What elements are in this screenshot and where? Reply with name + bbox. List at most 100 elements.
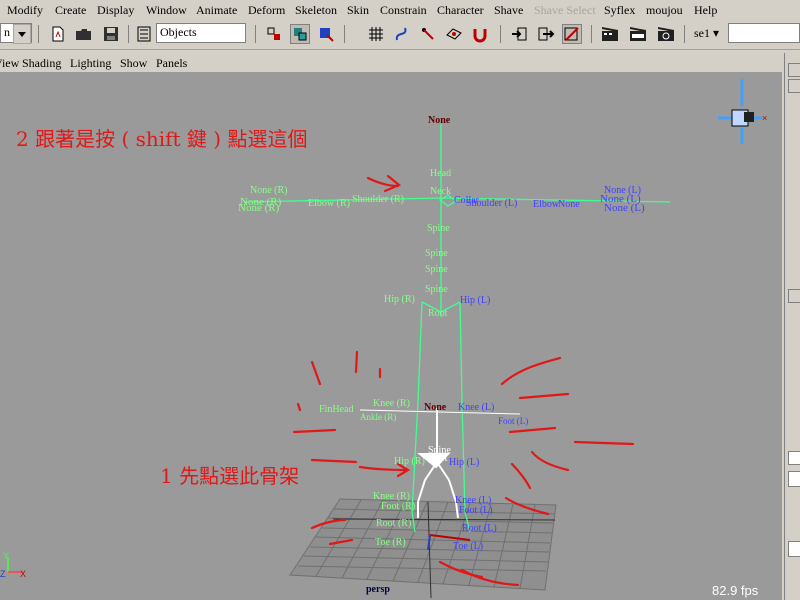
annotation-step-2: 2 跟著是按 ( shift 鍵 ) 點選這個 xyxy=(16,127,307,151)
new-scene-icon[interactable] xyxy=(48,24,68,44)
panel-field[interactable] xyxy=(788,471,800,487)
menu-display[interactable]: Display xyxy=(97,3,134,18)
snap-curve-icon[interactable] xyxy=(392,24,412,44)
joint-label: Root xyxy=(428,453,448,464)
joint-label: Toe (R) xyxy=(375,537,406,548)
numeric-input-field[interactable] xyxy=(728,23,800,43)
toolbar-separator xyxy=(344,25,345,43)
svg-text:×: × xyxy=(762,113,767,123)
menu-shave-select: Shave Select xyxy=(534,3,596,17)
joint-label: None (R) xyxy=(238,202,280,214)
svg-text:X: X xyxy=(20,569,26,579)
panel-field[interactable] xyxy=(788,541,800,557)
joint-label: Hip (L) xyxy=(460,295,490,306)
view-cube-icon[interactable]: × xyxy=(718,78,767,144)
menu-skeleton[interactable]: Skeleton xyxy=(295,3,337,18)
panel-menu-lighting[interactable]: Lighting xyxy=(70,56,111,71)
menu-create[interactable]: Create xyxy=(55,3,86,18)
svg-text:Y: Y xyxy=(3,551,9,561)
menu-modify[interactable]: Modify xyxy=(7,3,43,18)
svg-text:Z: Z xyxy=(0,569,6,579)
joint-label: Toe (L) xyxy=(453,541,483,552)
joint-label: Neck xyxy=(430,186,451,197)
joint-label: Shoulder (L) xyxy=(466,198,517,209)
status-line: n Objects se1 ▾ xyxy=(0,20,800,50)
snap-point-icon[interactable] xyxy=(418,24,438,44)
render-icon[interactable] xyxy=(600,24,620,44)
joint-label: Foot (L) xyxy=(498,416,528,426)
menu-syflex[interactable]: Syflex xyxy=(604,3,635,18)
joint-label: Root (L) xyxy=(462,523,497,534)
menu-window[interactable]: Window xyxy=(146,3,187,18)
panel-radio[interactable] xyxy=(788,451,800,465)
joint-label: Hip (R) xyxy=(384,294,415,305)
channel-box-edge[interactable] xyxy=(784,53,800,600)
select-by-hierarchy-icon[interactable] xyxy=(264,24,284,44)
menu-set-value: n xyxy=(4,25,10,39)
menu-bar: Modify Create Display Window Animate Def… xyxy=(0,0,800,20)
camera-name-label: persp xyxy=(366,584,390,595)
joint-label: Foot (L) xyxy=(459,505,493,516)
panel-menu-panels[interactable]: Panels xyxy=(156,56,187,71)
panel-toggle-button[interactable] xyxy=(788,79,800,93)
joint-label: None xyxy=(428,115,451,126)
render-globals-icon[interactable] xyxy=(656,24,676,44)
joint-label: Elbow (R) xyxy=(308,198,350,209)
joint-label: Hip (L) xyxy=(449,457,479,468)
panel-menu-show[interactable]: Show xyxy=(120,56,147,71)
joint-label: Elbow xyxy=(533,199,560,210)
toolbar-separator xyxy=(500,25,501,43)
joint-label: Head xyxy=(430,168,451,179)
selection-mask-value: Objects xyxy=(160,25,197,39)
menu-animate[interactable]: Animate xyxy=(196,3,237,18)
joint-label: None xyxy=(558,199,580,210)
history-input-icon[interactable] xyxy=(509,24,529,44)
joint-label: Root (R) xyxy=(376,518,411,529)
panel-menu-view[interactable]: View xyxy=(0,56,19,71)
panel-toggle-button[interactable] xyxy=(788,289,800,303)
toolbar-separator xyxy=(128,25,129,43)
ground-grid xyxy=(289,498,557,599)
snap-grid-icon[interactable] xyxy=(366,24,386,44)
selection-mode-icon[interactable] xyxy=(136,24,152,44)
menu-moujou[interactable]: moujou xyxy=(646,3,683,18)
fps-display: 82.9 fps xyxy=(712,583,759,598)
dropdown-arrow[interactable] xyxy=(12,23,32,45)
construction-history-icon[interactable] xyxy=(562,24,582,44)
save-scene-icon[interactable] xyxy=(101,24,121,44)
toolbar-separator xyxy=(255,25,256,43)
panel-menu-shading[interactable]: Shading xyxy=(22,56,61,71)
joint-label: Ankle (R) xyxy=(360,412,396,422)
menu-deform[interactable]: Deform xyxy=(248,3,285,18)
menu-shave[interactable]: Shave xyxy=(494,3,523,18)
joint-label: FinHead xyxy=(319,404,353,415)
panel-toggle-button[interactable] xyxy=(788,63,800,77)
toolbar-separator xyxy=(38,25,39,43)
annotation-step-1: 1 先點選此骨架 xyxy=(160,464,299,488)
select-by-object-icon[interactable] xyxy=(290,24,310,44)
menu-skin[interactable]: Skin xyxy=(347,3,369,18)
make-live-icon[interactable] xyxy=(470,24,490,44)
menu-constrain[interactable]: Constrain xyxy=(380,3,427,18)
joint-label: Spine xyxy=(427,223,450,234)
input-mode-label[interactable]: se1 ▾ xyxy=(694,26,719,41)
joint-label: Hip (R) xyxy=(394,456,425,467)
select-by-component-icon[interactable] xyxy=(316,24,336,44)
panel-menu-bar: View Shading Lighting Show Panels xyxy=(0,53,782,71)
selection-mask-field[interactable]: Objects xyxy=(156,23,246,43)
input-mode-value: se1 xyxy=(694,26,710,40)
joint-label: Knee (L) xyxy=(458,402,494,413)
axis-indicator: Y Z X xyxy=(0,551,26,579)
joint-label: Spine xyxy=(425,264,448,275)
menu-character[interactable]: Character xyxy=(437,3,484,18)
open-scene-icon[interactable] xyxy=(74,24,94,44)
ipr-render-icon[interactable] xyxy=(628,24,648,44)
history-output-icon[interactable] xyxy=(536,24,556,44)
joint-label: Knee (R) xyxy=(373,398,410,409)
toolbar-separator xyxy=(684,25,685,43)
joint-label: Spine xyxy=(425,248,448,259)
menu-help[interactable]: Help xyxy=(694,3,717,18)
perspective-viewport[interactable]: 2 跟著是按 ( shift 鍵 ) 點選這個 1 先點選此骨架 None He… xyxy=(0,72,782,600)
snap-view-plane-icon[interactable] xyxy=(444,24,464,44)
toolbar-separator xyxy=(591,25,592,43)
